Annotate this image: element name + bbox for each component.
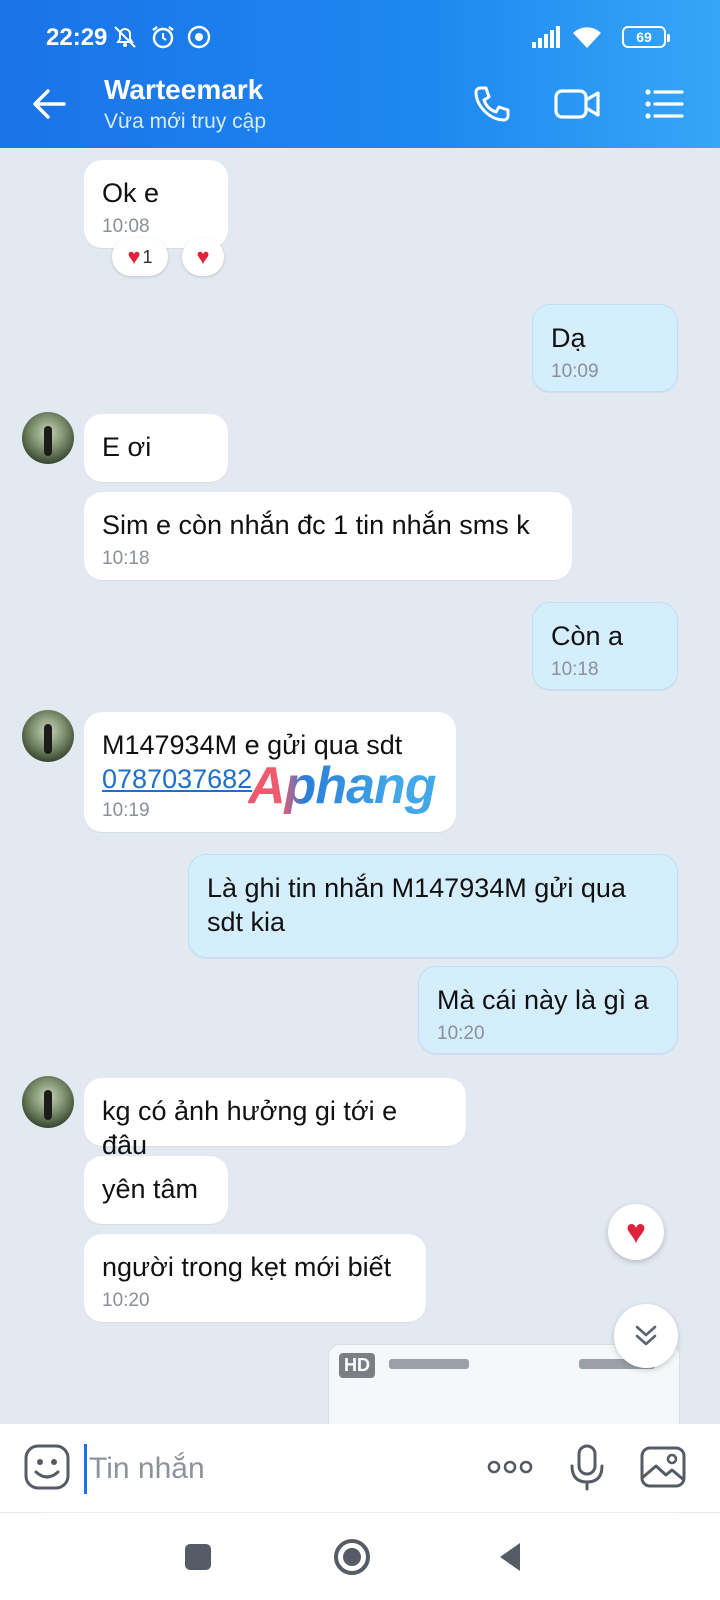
contact-status: Vừa mới truy cập [104, 110, 267, 133]
list-menu-icon[interactable] [640, 80, 688, 128]
message-text: người trong kẹt mới biết [102, 1252, 392, 1282]
message-bubble-outgoing[interactable]: Dạ 10:09 [532, 304, 678, 392]
alarm-icon [152, 26, 174, 49]
message-input-bar [0, 1424, 720, 1512]
heart-icon: ♥ [127, 244, 141, 269]
chrome-icon [187, 25, 211, 49]
message-bubble-incoming[interactable]: Ok e 10:08 [84, 160, 228, 248]
message-text: Mà cái này là gì a [437, 985, 649, 1015]
message-bubble-incoming[interactable]: yên tâm [84, 1156, 228, 1224]
back-button[interactable] [28, 82, 72, 126]
message-bubble-incoming[interactable]: E ơi [84, 414, 228, 482]
video-camera-icon[interactable] [552, 80, 604, 128]
contact-name[interactable]: Warteemark [104, 74, 263, 106]
status-bar: 22:29 69 [0, 0, 720, 62]
message-text: Ok e [102, 178, 160, 208]
message-text: kg có ảnh hưởng gi tới e đâu [102, 1096, 398, 1160]
chat-header: Warteemark Vừa mới truy cập [0, 62, 720, 148]
message-time: 10:18 [102, 548, 150, 569]
contact-avatar[interactable] [22, 710, 74, 762]
message-text: Sim e còn nhắn đc 1 tin nhắn sms k [102, 510, 530, 540]
chat-area[interactable]: Ok e 10:08 ♥ 1 ♥ Dạ 10:09 E ơi Sim e còn… [0, 148, 720, 1424]
message-bubble-outgoing[interactable]: Là ghi tin nhắn M147934M gửi qua sdt kia [188, 854, 678, 958]
message-text-line2: sdt kia [207, 907, 286, 937]
system-navigation-bar [0, 1513, 720, 1600]
message-bubble-incoming[interactable]: người trong kẹt mới biết 10:20 [84, 1234, 426, 1322]
message-bubble-outgoing[interactable]: Mà cái này là gì a 10:20 [418, 966, 678, 1054]
microphone-icon[interactable] [562, 1442, 612, 1492]
message-bubble-outgoing[interactable]: Còn a 10:18 [532, 602, 678, 690]
image-gallery-icon[interactable] [638, 1442, 688, 1492]
thumbnail-statusbar-preview [389, 1359, 469, 1369]
status-time: 22:29 [46, 24, 108, 51]
signal-icon [532, 26, 560, 48]
message-time: 10:20 [102, 1290, 150, 1311]
message-bubble-incoming[interactable]: kg có ảnh hưởng gi tới e đâu [84, 1078, 466, 1160]
quick-reaction-button[interactable]: ♥ [608, 1204, 664, 1260]
mute-notification-icon [114, 26, 136, 48]
hd-badge: HD [339, 1353, 375, 1378]
sticker-smile-icon[interactable] [22, 1442, 72, 1492]
message-bubble-incoming[interactable]: Sim e còn nhắn đc 1 tin nhắn sms k 10:18 [84, 492, 572, 580]
contact-avatar[interactable] [22, 412, 74, 464]
battery-indicator: 69 [622, 26, 670, 48]
message-text: Dạ [551, 323, 586, 353]
message-time: 10:09 [551, 361, 599, 382]
watermark-logo: Aphang [248, 757, 437, 815]
heart-icon: ♥ [625, 1213, 647, 1251]
back-nav-icon[interactable] [488, 1535, 532, 1579]
recent-apps-icon[interactable] [176, 1535, 220, 1579]
reaction-count: 1 [142, 246, 153, 267]
message-time: 10:08 [102, 216, 150, 237]
top-bar: 22:29 69 Warteemark Vừa mới truy cập [0, 0, 720, 148]
add-reaction-button[interactable]: ♥ [182, 238, 224, 276]
chevron-double-down-icon [635, 1325, 657, 1346]
message-time: 10:18 [551, 659, 599, 680]
heart-icon: ♥ [196, 244, 210, 269]
message-input[interactable] [84, 1444, 471, 1494]
more-dots-icon[interactable] [484, 1442, 536, 1492]
message-text: E ơi [102, 432, 152, 462]
message-text: Là ghi tin nhắn M147934M gửi qua [207, 873, 626, 903]
home-icon[interactable] [330, 1535, 374, 1579]
message-time: 10:20 [437, 1023, 485, 1044]
reaction-badge[interactable]: ♥ 1 [112, 238, 168, 276]
scroll-to-bottom-button[interactable] [614, 1304, 678, 1368]
phone-icon[interactable] [468, 80, 516, 128]
message-text: yên tâm [102, 1174, 199, 1204]
contact-avatar[interactable] [22, 1076, 74, 1128]
message-text: Còn a [551, 621, 624, 651]
wifi-icon [573, 27, 601, 48]
